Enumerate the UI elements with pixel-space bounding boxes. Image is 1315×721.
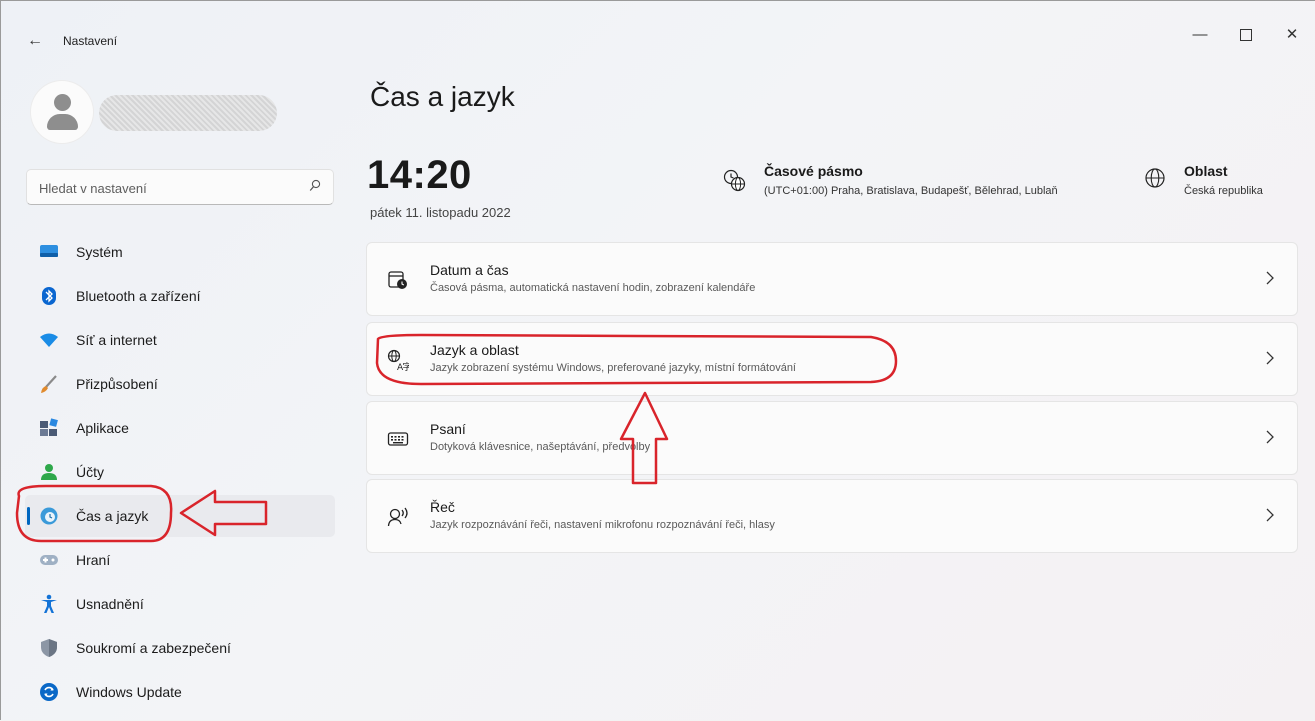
sidebar-item-gaming[interactable]: Hraní <box>25 539 335 581</box>
sidebar-item-personalization[interactable]: Přizpůsobení <box>25 363 335 405</box>
redacted-user-name <box>99 95 277 131</box>
timezone-value: (UTC+01:00) Praha, Bratislava, Budapešť,… <box>764 185 1058 197</box>
monitor-icon <box>40 245 58 257</box>
shield-icon <box>41 639 57 657</box>
sidebar-item-label: Hraní <box>76 552 111 568</box>
sidebar-item-label: Windows Update <box>76 684 182 700</box>
sidebar-item-system[interactable]: Systém <box>25 231 335 273</box>
svg-text:字: 字 <box>403 361 410 371</box>
card-description: Dotyková klávesnice, našeptávání, předvo… <box>430 441 651 453</box>
card-title: Psaní <box>430 421 466 437</box>
app-title: Nastavení <box>63 34 118 48</box>
maximize-icon <box>1240 29 1252 42</box>
sidebar-item-label: Přizpůsobení <box>76 376 158 392</box>
region-value: Česká republika <box>1184 185 1263 197</box>
back-arrow-icon[interactable]: ← <box>23 29 47 53</box>
keyboard-icon <box>387 432 409 446</box>
sidebar-item-bluetooth[interactable]: Bluetooth a zařízení <box>25 275 335 317</box>
avatar-head <box>54 94 71 111</box>
timezone-globe-icon <box>723 169 746 192</box>
language-icon: A 字 <box>387 349 409 371</box>
sidebar-item-label: Bluetooth a zařízení <box>76 288 201 304</box>
active-indicator <box>27 507 30 525</box>
region-title: Oblast <box>1184 163 1228 179</box>
card-typing[interactable]: Psaní Dotyková klávesnice, našeptávání, … <box>366 401 1298 475</box>
card-description: Jazyk rozpoznávání řeči, nastavení mikro… <box>430 519 775 531</box>
card-title: Řeč <box>430 499 455 515</box>
settings-window: ← Nastavení — ✕ Systém <box>0 0 1315 720</box>
sidebar-item-label: Soukromí a zabezpečení <box>76 640 231 656</box>
current-time: 14:20 <box>367 153 472 197</box>
sidebar-item-label: Usnadnění <box>76 596 144 612</box>
search-box[interactable] <box>26 169 334 206</box>
card-speech[interactable]: Řeč Jazyk rozpoznávání řeči, nastavení m… <box>366 479 1298 553</box>
avatar-body <box>47 114 78 130</box>
speech-icon <box>387 507 408 527</box>
search-icon[interactable] <box>309 179 321 193</box>
accessibility-icon <box>41 594 57 613</box>
globe-icon <box>1145 168 1165 188</box>
chevron-right-icon <box>1266 430 1274 444</box>
sidebar-item-time-language[interactable]: Čas a jazyk <box>25 495 335 537</box>
card-language-region[interactable]: A 字 Jazyk a oblast Jazyk zobrazení systé… <box>366 322 1298 396</box>
card-date-time[interactable]: Datum a čas Časová pásma, automatická na… <box>366 242 1298 316</box>
wifi-icon <box>40 333 58 347</box>
person-icon <box>41 464 57 480</box>
page-title: Čas a jazyk <box>370 81 515 112</box>
globe-clock-icon <box>40 507 58 525</box>
avatar[interactable] <box>31 81 93 143</box>
maximize-button[interactable] <box>1223 21 1269 49</box>
sidebar-nav: Systém Bluetooth a zařízení Síť a intern… <box>25 231 335 715</box>
sidebar-item-label: Aplikace <box>76 420 129 436</box>
sidebar-item-label: Systém <box>76 244 123 260</box>
close-button[interactable]: ✕ <box>1269 21 1315 49</box>
sidebar-item-apps[interactable]: Aplikace <box>25 407 335 449</box>
sidebar-item-accounts[interactable]: Účty <box>25 451 335 493</box>
chevron-right-icon <box>1266 351 1274 365</box>
sidebar-item-windows-update[interactable]: Windows Update <box>25 671 335 713</box>
sidebar-item-network[interactable]: Síť a internet <box>25 319 335 361</box>
update-icon <box>40 683 58 701</box>
chevron-right-icon <box>1266 508 1274 522</box>
current-date: pátek 11. listopadu 2022 <box>370 205 511 220</box>
sidebar-item-label: Síť a internet <box>76 332 157 348</box>
sidebar-item-label: Čas a jazyk <box>76 508 149 524</box>
chevron-right-icon <box>1266 271 1274 285</box>
gamepad-icon <box>40 555 58 565</box>
card-description: Časová pásma, automatická nastavení hodi… <box>430 282 756 294</box>
sidebar-item-label: Účty <box>76 464 104 480</box>
sidebar-item-privacy[interactable]: Soukromí a zabezpečení <box>25 627 335 669</box>
sidebar-item-accessibility[interactable]: Usnadnění <box>25 583 335 625</box>
bluetooth-icon <box>42 287 56 305</box>
search-input[interactable] <box>37 170 301 206</box>
calendar-clock-icon <box>388 271 407 289</box>
brush-icon <box>41 375 57 393</box>
card-title: Datum a čas <box>430 262 509 278</box>
timezone-title: Časové pásmo <box>764 163 863 179</box>
minimize-button[interactable]: — <box>1177 21 1223 49</box>
card-description: Jazyk zobrazení systému Windows, prefero… <box>430 362 796 374</box>
card-title: Jazyk a oblast <box>430 342 519 358</box>
apps-icon <box>40 418 58 436</box>
